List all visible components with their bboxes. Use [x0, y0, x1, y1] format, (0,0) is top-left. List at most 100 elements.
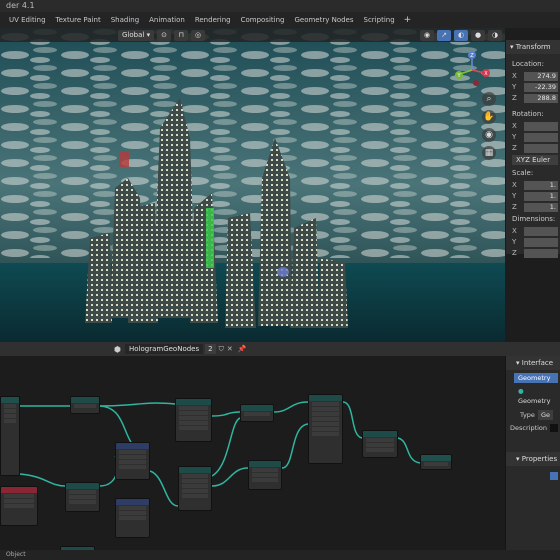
interface-title: Interface: [521, 359, 554, 367]
workspace-tabs: UV Editing Texture Paint Shading Animati…: [0, 12, 560, 28]
node-join[interactable]: [240, 404, 274, 422]
node-editor-canvas[interactable]: [0, 356, 505, 550]
fake-user-icon[interactable]: ⛉: [219, 345, 224, 354]
snap-icon[interactable]: ⊓: [174, 29, 189, 41]
tab-uv-editing[interactable]: UV Editing: [4, 14, 51, 26]
node-links: [19, 401, 421, 507]
interface-panel-header[interactable]: ▾ Interface: [506, 356, 560, 370]
interface-socket-output[interactable]: Geometry: [514, 373, 558, 383]
socket-dot-icon: ●: [518, 387, 524, 395]
grid-view-icon[interactable]: ▦: [482, 146, 496, 160]
node-geometry[interactable]: [70, 396, 100, 414]
gizmo-toggle-icon[interactable]: ↗: [437, 29, 451, 41]
description-field[interactable]: [550, 424, 559, 432]
node-header: [71, 397, 99, 403]
user-count-badge[interactable]: 2: [205, 344, 216, 354]
node-instance[interactable]: [178, 466, 212, 511]
orientation-dropdown[interactable]: Global ▾: [118, 29, 155, 41]
scale-z-field[interactable]: 1.: [524, 202, 558, 212]
node-set-material[interactable]: [362, 430, 398, 458]
properties-panel-header[interactable]: ▾ Properties: [506, 452, 560, 466]
node-distribute[interactable]: [175, 398, 212, 442]
node-header: [241, 405, 273, 411]
scale-label: Scale:: [512, 169, 534, 177]
tab-rendering[interactable]: Rendering: [190, 14, 236, 26]
hand-pan-icon[interactable]: ✋: [482, 110, 496, 124]
dimensions-label: Dimensions:: [512, 215, 556, 223]
overlay-icon[interactable]: ◐: [454, 29, 468, 41]
tab-compositing[interactable]: Compositing: [236, 14, 290, 26]
node-tree-name[interactable]: HologramGeoNodes: [124, 344, 204, 354]
node-editor-header: ⬢ HologramGeoNodes 2 ⛉ ✕ 📌: [0, 342, 560, 356]
status-bar: Object: [0, 550, 560, 560]
dimension-z-field[interactable]: [524, 248, 558, 258]
node-header: [116, 443, 149, 449]
navigation-gizmo[interactable]: Z X Y: [452, 48, 492, 88]
dimension-x-field[interactable]: [524, 226, 558, 236]
pivot-icon[interactable]: ⊙: [157, 29, 172, 41]
tab-texture-paint[interactable]: Texture Paint: [51, 14, 106, 26]
node-header: [176, 399, 211, 405]
interface-socket-input[interactable]: ● Geometry: [514, 386, 558, 405]
camera-icon[interactable]: ◉: [482, 128, 496, 142]
transform-panel-header[interactable]: ▾ Transform: [506, 40, 560, 54]
node-header: [1, 487, 37, 493]
node-header: [179, 467, 211, 473]
title-bar: der 4.1: [0, 0, 560, 12]
scale-y-field[interactable]: 1.: [524, 191, 558, 201]
node-blue-bottom[interactable]: [115, 498, 150, 538]
dimension-y-field[interactable]: [524, 237, 558, 247]
shading-solid-icon[interactable]: ●: [471, 29, 485, 41]
rotation-label: Rotation:: [512, 110, 544, 118]
shading-material-icon[interactable]: ◑: [488, 29, 502, 41]
3d-viewport[interactable]: Global ▾ ⊙ ⊓ ◎ ◉ ↗ ◐ ● ◑ Z X Y ⌕ ✋ ◉ ▦: [0, 28, 505, 342]
node-header: [421, 455, 451, 461]
property-checkbox[interactable]: [550, 472, 558, 480]
pin-icon[interactable]: 📌: [238, 345, 247, 353]
rotation-y-field[interactable]: [524, 132, 558, 142]
location-z-field[interactable]: 288.8: [524, 93, 558, 103]
axis-z-label: Z: [512, 144, 517, 152]
node-math-blue[interactable]: [115, 442, 150, 480]
node-geometry-proximity[interactable]: [65, 482, 100, 512]
gizmo-axis-label: X: [484, 71, 488, 77]
add-workspace-button[interactable]: +: [400, 15, 416, 25]
type-label: Type: [520, 411, 535, 419]
axis-y-label: Y: [512, 238, 517, 246]
rotation-mode-dropdown[interactable]: XYZ Euler: [512, 155, 558, 165]
rotation-z-field[interactable]: [524, 143, 558, 153]
node-set-position[interactable]: [248, 460, 282, 490]
app-title: der 4.1: [6, 1, 35, 10]
node-header: [309, 395, 342, 401]
node-realize[interactable]: [308, 394, 343, 464]
visibility-icon[interactable]: ◉: [420, 29, 434, 41]
node-group-input[interactable]: [0, 396, 20, 476]
node-group-output[interactable]: [420, 454, 452, 470]
axis-y-label: Y: [512, 192, 517, 200]
tab-animation[interactable]: Animation: [144, 14, 190, 26]
node-header: [249, 461, 281, 467]
transform-title: Transform: [515, 43, 551, 51]
location-x-field[interactable]: 274.9: [524, 71, 558, 81]
type-dropdown[interactable]: Ge: [537, 410, 553, 420]
node-header: [66, 483, 99, 489]
rotation-x-field[interactable]: [524, 121, 558, 131]
axis-x-label: X: [512, 72, 517, 80]
scale-x-field[interactable]: 1.: [524, 180, 558, 190]
tab-shading[interactable]: Shading: [106, 14, 144, 26]
node-input-red[interactable]: [0, 486, 38, 526]
tab-geometry-nodes[interactable]: Geometry Nodes: [289, 14, 358, 26]
node-header: [1, 397, 19, 403]
zoom-icon[interactable]: ⌕: [482, 92, 496, 106]
node-header: [363, 431, 397, 437]
location-label: Location:: [512, 60, 544, 68]
proportional-edit-icon[interactable]: ◎: [191, 29, 206, 41]
properties-title: Properties: [521, 455, 558, 463]
socket-label: Geometry: [518, 397, 551, 405]
axis-z-label: Z: [512, 203, 517, 211]
close-icon[interactable]: ✕: [227, 345, 233, 353]
tab-scripting[interactable]: Scripting: [359, 14, 400, 26]
node-tree-icon[interactable]: ⬢: [114, 345, 121, 354]
location-y-field[interactable]: -22.39: [524, 82, 558, 92]
axis-x-label: X: [512, 227, 517, 235]
